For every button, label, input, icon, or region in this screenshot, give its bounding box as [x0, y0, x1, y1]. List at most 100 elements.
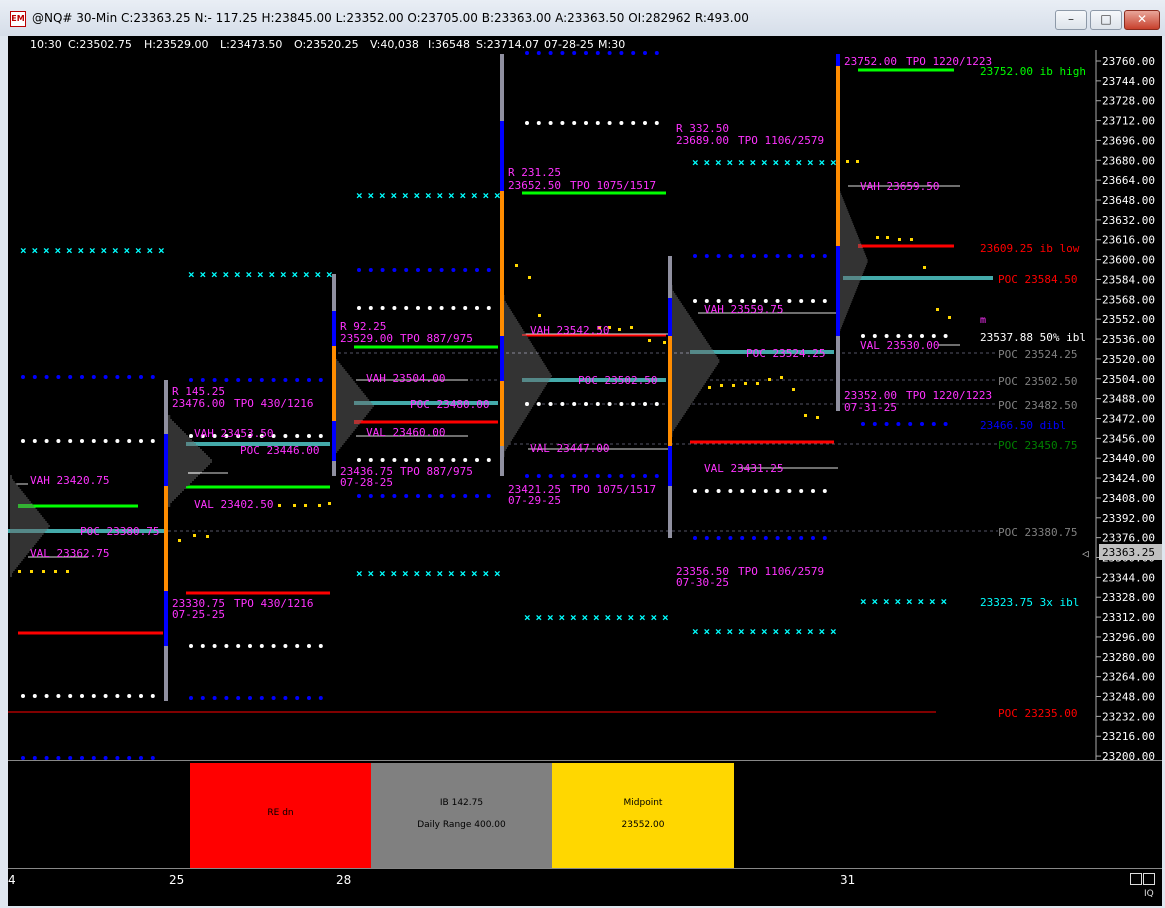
tpo-x-mark: × — [494, 189, 501, 202]
prev-poc-label: POC 23380.75 — [80, 525, 159, 538]
tpo-x-mark: × — [692, 625, 699, 638]
tpo-dot — [572, 121, 577, 125]
price-tick-label: 23248.00 — [1102, 691, 1155, 704]
price-tick-label: 23200.00 — [1102, 750, 1155, 760]
range-bar-segment — [332, 346, 336, 421]
tpo-dot — [307, 644, 311, 648]
range-bar-segment — [500, 191, 504, 336]
tpo-x-mark: × — [223, 268, 230, 281]
tpo-dot — [271, 696, 276, 700]
price-tick-label: 23392.00 — [1102, 512, 1155, 525]
day-date-label: 07-30-25 — [676, 576, 729, 589]
tpo-x-mark: × — [391, 189, 398, 202]
tpo-dot — [525, 474, 529, 478]
tpo-dot — [525, 121, 529, 125]
tpo-dot — [439, 494, 444, 498]
tpo-dot — [127, 694, 132, 698]
tpo-dot — [91, 439, 96, 443]
tpo-dot — [189, 434, 193, 438]
tpo-dot — [80, 375, 84, 379]
app-icon: EM — [10, 11, 26, 27]
date-tick-label: 4 — [8, 873, 16, 887]
tpo-x-mark: × — [807, 625, 814, 638]
tpo-dot — [536, 51, 541, 55]
window-title: @NQ# 30-Min C:23363.25 N:- 117.25 H:2384… — [32, 11, 749, 25]
tpo-dot — [212, 696, 217, 700]
tpo-dot — [931, 422, 936, 426]
price-tick-label: 23440.00 — [1102, 452, 1155, 465]
price-tick-label: 23472.00 — [1102, 412, 1155, 425]
tpo-x-mark: × — [292, 268, 299, 281]
layout-toggle-icon[interactable] — [1130, 873, 1155, 885]
day-high-label: 23529.00 — [340, 332, 393, 345]
day-val-label: VAL 23460.00 — [366, 426, 445, 439]
price-pointer-icon: ◁ — [1082, 547, 1089, 560]
tpo-marker — [876, 236, 879, 239]
tpo-dot — [44, 439, 49, 443]
tpo-dot — [763, 536, 768, 540]
tpo-dot — [368, 306, 373, 310]
market-profile-plot[interactable]: × × × × × × × × × × × × × × × × × × × × × × × × × × × × × × × × × × × × × × × ×… — [8, 36, 1162, 760]
tpo-x-mark: × — [750, 156, 757, 169]
range-bar-segment — [164, 591, 168, 646]
tpo-dot — [475, 458, 479, 462]
maximize-button[interactable]: □ — [1090, 10, 1122, 30]
tpo-dot — [740, 489, 745, 493]
tpo-dot — [224, 378, 229, 382]
day-date-label: 07-29-25 — [508, 494, 561, 507]
day-high-label: 23652.50 — [508, 179, 561, 192]
tpo-dot — [775, 489, 780, 493]
tpo-x-mark: × — [269, 268, 276, 281]
day-high-label: 23752.00 — [844, 55, 897, 68]
tpo-dot — [416, 306, 420, 310]
tpo-dot — [224, 696, 229, 700]
tpo-dot — [584, 474, 588, 478]
tpo-dot — [525, 51, 529, 55]
tpo-dot — [931, 334, 936, 338]
tpo-x-mark: × — [124, 244, 131, 257]
date-axis[interactable]: 4 25 28 31 IQ — [8, 868, 1162, 906]
tpo-dot — [896, 422, 901, 426]
tpo-dot — [189, 696, 193, 700]
range-bar-segment — [332, 311, 336, 346]
tpo-x-mark: × — [211, 268, 218, 281]
price-axis[interactable]: 23760.00 23744.00 23728.00 23712.00 23696.00… — [1082, 50, 1162, 760]
tpo-x-mark: × — [929, 595, 936, 608]
level-label: POC 23235.00 — [998, 707, 1077, 720]
tpo-dot — [189, 644, 193, 648]
tpo-x-mark: × — [246, 268, 253, 281]
tpo-marker — [630, 326, 633, 329]
title-bar[interactable]: EM @NQ# 30-Min C:23363.25 N:- 117.25 H:2… — [0, 0, 1165, 36]
chart-area[interactable]: 10:30 C:23502.75 H:23529.00 L:23473.50 O… — [8, 36, 1162, 906]
tpo-x-mark: × — [605, 611, 612, 624]
tpo-x-mark: × — [750, 625, 757, 638]
range-bar-segment — [500, 381, 504, 446]
minimize-button[interactable]: – — [1055, 10, 1087, 30]
tpo-dot — [307, 434, 311, 438]
tpo-dot — [740, 536, 745, 540]
price-tick-label: 23264.00 — [1102, 671, 1155, 684]
tpo-dot — [728, 489, 733, 493]
tpo-marker — [744, 382, 747, 385]
tpo-dot — [56, 375, 61, 379]
tpo-marker — [515, 264, 518, 267]
re-label: RE dn — [267, 808, 294, 818]
tpo-dot — [427, 268, 432, 272]
day-val-label: VAL 23402.50 — [194, 498, 273, 511]
day-date-label: 07-28-25 — [340, 476, 393, 489]
tpo-x-mark: × — [368, 567, 375, 580]
tpo-x-mark: × — [715, 625, 722, 638]
tpo-x-mark: × — [593, 611, 600, 624]
price-tick-label: 23232.00 — [1102, 710, 1155, 723]
tpo-dot — [822, 254, 827, 258]
level-label: 23323.75 3x ibl — [980, 596, 1079, 609]
day-vah-label: VAH 23559.75 — [704, 303, 783, 316]
tpo-dot — [150, 375, 155, 379]
tpo-x-mark: × — [883, 595, 890, 608]
tpo-dot — [486, 268, 491, 272]
tpo-dot — [283, 378, 288, 382]
tpo-dot — [884, 334, 889, 338]
close-button[interactable]: ✕ — [1124, 10, 1160, 30]
tpo-marker — [30, 570, 33, 573]
tpo-dot — [654, 51, 659, 55]
